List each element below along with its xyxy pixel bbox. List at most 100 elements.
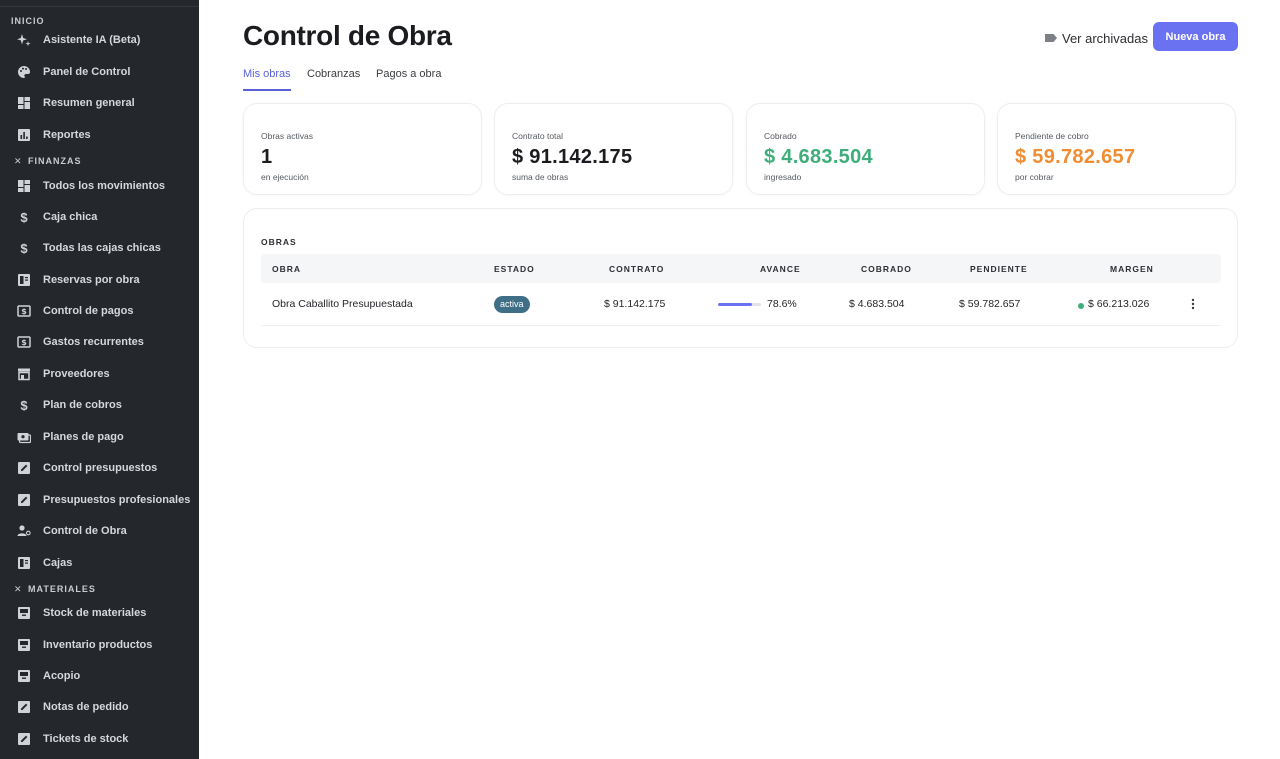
stat-label: Contrato total	[512, 131, 564, 141]
progress-fill	[718, 303, 752, 306]
sidebar-item-todas-las-cajas-chicas[interactable]: $ Todas las cajas chicas	[0, 234, 199, 262]
table-title: OBRAS	[261, 237, 297, 247]
dashboard-icon	[17, 179, 31, 193]
sidebar-item-cajas[interactable]: Cajas	[0, 549, 199, 577]
cell-obra[interactable]: Obra Caballito Presupuestada	[272, 298, 413, 310]
edit-doc-icon	[17, 732, 31, 746]
view-archived-label: Ver archivadas	[1062, 30, 1148, 46]
stat-card-contrato-total: Contrato total $ 91.142.175 suma de obra…	[494, 103, 733, 195]
sidebar-item-resumen-general[interactable]: Resumen general	[0, 89, 199, 117]
sidebar-item-label: Control presupuestos	[43, 462, 158, 474]
sidebar-item-label: Control de Obra	[43, 525, 127, 537]
stat-label: Cobrado	[764, 131, 797, 141]
sidebar-item-notas-de-pedido[interactable]: Notas de pedido	[0, 693, 199, 721]
cell-contrato: $ 91.142.175	[604, 298, 666, 310]
more-options-icon[interactable]	[1187, 296, 1199, 312]
column-header-pendiente[interactable]: PENDIENTE	[970, 264, 1028, 274]
sidebar: INICIO Asistente IA (Beta) Panel de Cont…	[0, 0, 199, 759]
ledger-icon	[17, 556, 31, 570]
section-label-materiales[interactable]: ✕ MATERIALES	[14, 584, 96, 595]
column-header-estado[interactable]: ESTADO	[494, 264, 535, 274]
stat-value: $ 4.683.504	[764, 146, 873, 168]
sidebar-item-label: Todos los movimientos	[43, 180, 166, 192]
collapse-icon: ✕	[14, 584, 23, 594]
sidebar-item-label: Asistente IA (Beta)	[43, 34, 141, 46]
person-gear-icon	[17, 524, 31, 538]
sidebar-item-reportes[interactable]: Reportes	[0, 121, 199, 149]
main-content: Control de Obra Ver archivadas Nueva obr…	[199, 0, 1280, 759]
section-label-inicio: INICIO	[11, 16, 45, 26]
stat-card-cobrado: Cobrado $ 4.683.504 ingresado	[746, 103, 985, 195]
column-header-margen[interactable]: MARGEN	[1110, 264, 1154, 274]
sidebar-item-stock-de-materiales[interactable]: Stock de materiales	[0, 599, 199, 627]
stat-label: Obras activas	[261, 131, 313, 141]
table-header: OBRA ESTADO CONTRATO AVANCE COBRADO PEND…	[261, 254, 1221, 283]
cell-avance: 78.6%	[767, 298, 797, 310]
dollar-icon: $	[20, 397, 28, 413]
dashboard-icon	[17, 96, 31, 110]
collapse-icon: ✕	[14, 156, 23, 166]
sidebar-item-control-presupuestos[interactable]: Control presupuestos	[0, 454, 199, 482]
sidebar-divider	[0, 6, 199, 7]
edit-doc-icon	[17, 700, 31, 714]
cash-icon: $	[17, 304, 31, 318]
sidebar-item-planes-de-pago[interactable]: Planes de pago	[0, 423, 199, 451]
palette-icon	[17, 65, 31, 79]
sidebar-item-label: Notas de pedido	[43, 701, 129, 713]
sidebar-item-label: Gastos recurrentes	[43, 336, 144, 348]
sidebar-item-label: Acopio	[43, 670, 81, 682]
sidebar-item-control-de-pagos[interactable]: $ Control de pagos	[0, 297, 199, 325]
dollar-icon: $	[20, 240, 28, 256]
tab-cobranzas[interactable]: Cobranzas	[307, 60, 360, 91]
sidebar-item-asistente-ia[interactable]: Asistente IA (Beta)	[0, 26, 199, 54]
section-label-finanzas[interactable]: ✕ FINANZAS	[14, 156, 82, 167]
inventory-icon	[17, 669, 31, 683]
view-archived-button[interactable]: Ver archivadas	[1045, 28, 1148, 48]
sidebar-item-todos-los-movimientos[interactable]: Todos los movimientos	[0, 172, 199, 200]
sidebar-item-proveedores[interactable]: Proveedores	[0, 360, 199, 388]
tab-pagos-a-obra[interactable]: Pagos a obra	[376, 60, 441, 91]
tab-mis-obras[interactable]: Mis obras	[243, 60, 291, 91]
sidebar-item-panel-de-control[interactable]: Panel de Control	[0, 58, 199, 86]
sidebar-item-label: Todas las cajas chicas	[43, 242, 161, 254]
svg-text:$: $	[21, 307, 27, 316]
sidebar-item-plan-de-cobros[interactable]: $ Plan de cobros	[0, 391, 199, 419]
sidebar-item-label: Proveedores	[43, 368, 110, 380]
sidebar-item-gastos-recurrentes[interactable]: $ Gastos recurrentes	[0, 328, 199, 356]
column-header-avance[interactable]: AVANCE	[760, 264, 801, 274]
sidebar-item-acopio[interactable]: Acopio	[0, 662, 199, 690]
cell-cobrado: $ 4.683.504	[849, 298, 905, 310]
sidebar-item-presupuestos-profesionales[interactable]: Presupuestos profesionales	[0, 486, 199, 514]
sidebar-item-label: Caja chica	[43, 211, 98, 223]
page-title: Control de Obra	[243, 20, 452, 51]
stat-subtext: ingresado	[764, 172, 802, 182]
sidebar-item-control-de-obra[interactable]: Control de Obra	[0, 517, 199, 545]
sidebar-item-label: Resumen general	[43, 97, 135, 109]
store-icon	[17, 367, 31, 381]
stat-card-obras-activas: Obras activas 1 en ejecución	[243, 103, 482, 195]
column-header-obra[interactable]: OBRA	[272, 264, 301, 274]
stat-label: Pendiente de cobro	[1015, 131, 1089, 141]
sidebar-item-reservas-por-obra[interactable]: Reservas por obra	[0, 266, 199, 294]
stat-subtext: por cobrar	[1015, 172, 1054, 182]
new-obra-button[interactable]: Nueva obra	[1153, 22, 1238, 51]
sidebar-item-label: Tickets de stock	[43, 733, 129, 745]
dollar-icon: $	[20, 209, 28, 225]
sidebar-item-tickets-de-stock[interactable]: Tickets de stock	[0, 725, 199, 753]
label-icon	[1045, 34, 1057, 42]
stat-value: $ 91.142.175	[512, 146, 633, 168]
obras-table-card: OBRAS OBRA ESTADO CONTRATO AVANCE COBRAD…	[243, 208, 1238, 348]
stat-subtext: suma de obras	[512, 172, 569, 182]
status-badge: activa	[494, 296, 530, 313]
progress-bar	[718, 303, 761, 306]
table-row[interactable]: Obra Caballito Presupuestada activa $ 91…	[261, 283, 1221, 326]
column-header-contrato[interactable]: CONTRATO	[609, 264, 664, 274]
column-header-cobrado[interactable]: COBRADO	[861, 264, 912, 274]
sidebar-item-inventario-productos[interactable]: Inventario productos	[0, 631, 199, 659]
sidebar-item-caja-chica[interactable]: $ Caja chica	[0, 203, 199, 231]
sidebar-item-label: Cajas	[43, 557, 73, 569]
inventory-icon	[17, 606, 31, 620]
inventory-icon	[17, 638, 31, 652]
cash-icon: $	[17, 335, 31, 349]
sparkle-icon	[17, 33, 31, 47]
